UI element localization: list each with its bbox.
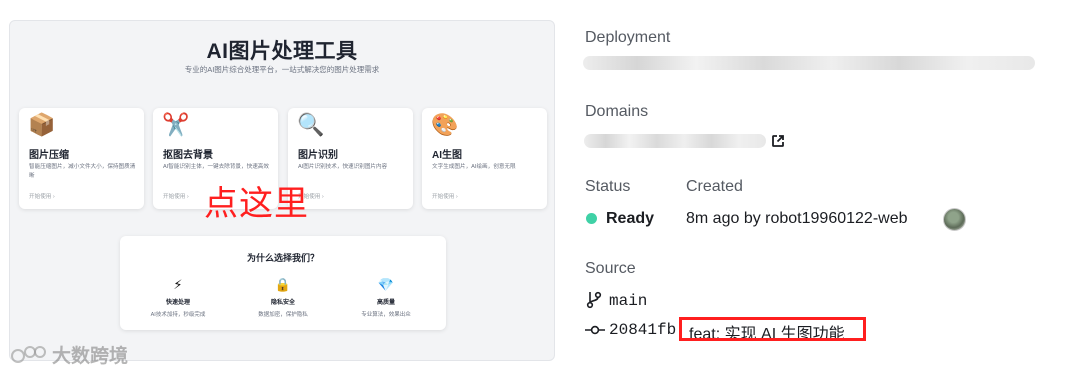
card-description: 文字生成图片，AI绘画，创意无限 bbox=[432, 164, 516, 170]
card-start-link[interactable]: 开始使用 › bbox=[432, 192, 458, 200]
preview-title: AI图片处理工具 bbox=[206, 40, 358, 63]
status-value: Ready bbox=[606, 210, 655, 227]
branch-name[interactable]: main bbox=[609, 292, 647, 310]
card-description: 智能压缩图片，减小文件大小，保持图质清晰 bbox=[29, 164, 136, 179]
git-commit-icon bbox=[585, 325, 605, 335]
feature-quality: 💎 高质量 专业算法，效果出众 bbox=[336, 278, 436, 319]
external-link-icon[interactable] bbox=[771, 134, 785, 148]
why-title: 为什么选择我们？ bbox=[246, 253, 319, 263]
card-description: AI图片识别技术，快速识别图片内容 bbox=[298, 164, 388, 170]
git-branch-icon bbox=[586, 291, 602, 309]
scissors-icon: ✂️ bbox=[162, 113, 190, 138]
created-label: Created bbox=[686, 178, 743, 195]
feature-title: 隐私安全 bbox=[270, 300, 295, 306]
magnifier-icon: 🔍 bbox=[297, 113, 325, 138]
card-image-compress[interactable]: 📦 图片压缩 智能压缩图片，减小文件大小，保持图质清晰 开始使用 › bbox=[19, 108, 144, 209]
card-ai-generate[interactable]: 🎨 AI生图 文字生成图片，AI绘画，创意无限 开始使用 › bbox=[422, 108, 547, 209]
created-value: 8m ago by robot19960122-web bbox=[686, 210, 908, 227]
card-title: AI生图 bbox=[432, 150, 462, 161]
watermark-logo-icon bbox=[11, 345, 46, 363]
lightning-icon: ⚡ bbox=[173, 278, 183, 293]
card-title: 抠图去背景 bbox=[163, 150, 213, 161]
card-start-link[interactable]: 开始使用 › bbox=[29, 192, 55, 200]
click-here-annotation: 点这里 bbox=[204, 184, 309, 224]
card-title: 图片识别 bbox=[298, 150, 338, 161]
status-dot bbox=[586, 213, 597, 224]
card-start-link[interactable]: 开始使用 › bbox=[163, 192, 189, 200]
diamond-icon: 💎 bbox=[377, 278, 395, 293]
package-icon: 📦 bbox=[28, 113, 56, 138]
card-title: 图片压缩 bbox=[29, 150, 69, 161]
source-label: Source bbox=[585, 260, 636, 277]
why-choose-us-panel: 为什么选择我们？ ⚡ 快速处理 AI技术加持，秒级完成 🔒 隐私安全 数据加密，… bbox=[120, 236, 446, 330]
feature-title: 高质量 bbox=[376, 300, 395, 306]
commit-hash[interactable]: 20841fb bbox=[609, 321, 676, 339]
lock-icon: 🔒 bbox=[274, 278, 292, 293]
card-description: AI智能识别主体，一键去除背景，快速高效 bbox=[163, 164, 269, 170]
deployment-url-redacted[interactable] bbox=[583, 56, 1035, 70]
deployment-label: Deployment bbox=[585, 29, 671, 46]
feature-privacy: 🔒 隐私安全 数据加密，保护隐私 bbox=[233, 278, 333, 319]
deployment-preview[interactable]: AI图片处理工具 专业的AI图片综合处理平台，一站式解决您的图片处理需求 📦 图… bbox=[9, 20, 555, 361]
domain-url-redacted[interactable] bbox=[584, 134, 766, 148]
feature-fast: ⚡ 快速处理 AI技术加持，秒级完成 bbox=[128, 278, 228, 319]
feature-description: AI技术加持，秒级完成 bbox=[150, 312, 206, 318]
watermark: 大数跨境 bbox=[10, 341, 128, 368]
avatar[interactable] bbox=[943, 208, 966, 231]
domains-label: Domains bbox=[585, 103, 649, 120]
palette-icon: 🎨 bbox=[431, 113, 459, 138]
feature-description: 数据加密，保护隐私 bbox=[258, 312, 308, 318]
status-label: Status bbox=[585, 178, 631, 195]
feature-description: 专业算法，效果出众 bbox=[361, 312, 411, 318]
watermark-text: 大数跨境 bbox=[52, 346, 129, 367]
feature-title: 快速处理 bbox=[165, 300, 190, 306]
commit-highlight-box bbox=[679, 317, 866, 341]
preview-subtitle: 专业的AI图片综合处理平台，一站式解决您的图片处理需求 bbox=[184, 65, 380, 74]
